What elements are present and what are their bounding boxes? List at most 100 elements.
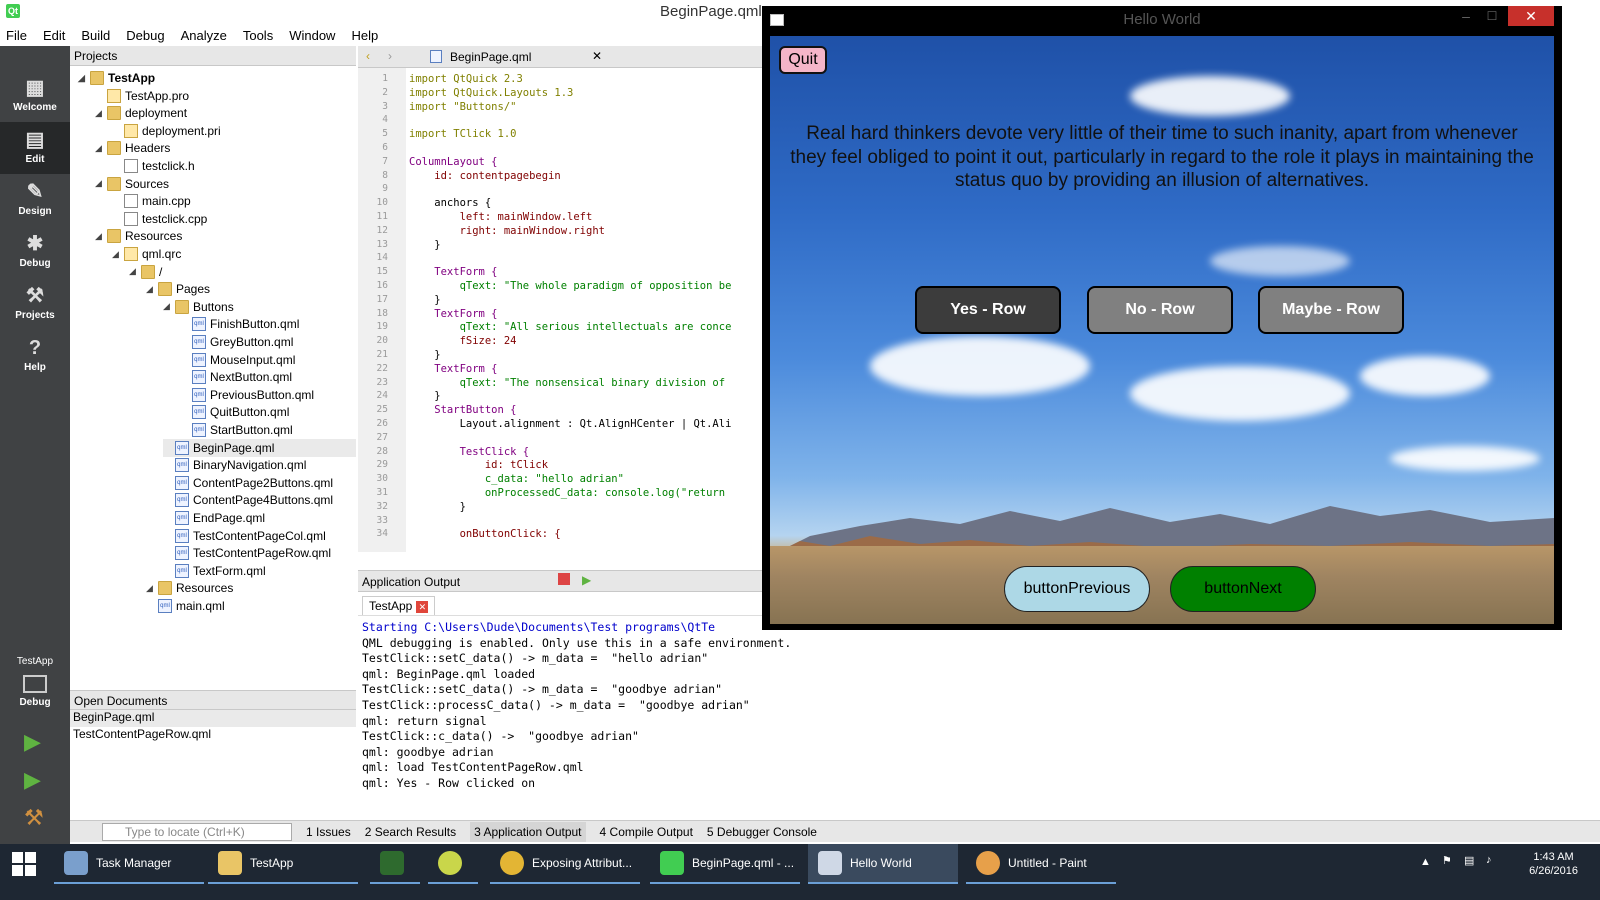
expand-arrow-icon[interactable]: ◢	[129, 266, 141, 277]
taskbar-qt-creator[interactable]: BeginPage.qml - ...	[650, 844, 800, 884]
application-output[interactable]: Starting C:\Users\Dude\Documents\Test pr…	[358, 618, 1558, 818]
compile-output-tab[interactable]: 4 Compile Output	[600, 825, 693, 839]
tree-item[interactable]: ◢ Headers	[95, 139, 356, 157]
taskbar-hello-world[interactable]: Hello World	[808, 844, 958, 884]
taskbar-chrome[interactable]: Exposing Attribut...	[490, 844, 640, 884]
mode-help[interactable]: ? Help	[0, 330, 70, 382]
taskbar-app-4[interactable]	[428, 844, 478, 884]
mode-welcome[interactable]: ▦ Welcome	[0, 70, 70, 122]
expand-arrow-icon[interactable]: ◢	[78, 73, 90, 84]
tree-item[interactable]: ◢ Buttons	[163, 298, 356, 316]
close-icon[interactable]: ✕	[416, 601, 429, 613]
tree-item[interactable]: qml QuitButton.qml	[180, 403, 356, 421]
expand-arrow-icon[interactable]: ◢	[95, 231, 107, 242]
output-tab[interactable]: TestApp ✕	[362, 596, 436, 615]
tree-item[interactable]: qml main.qml	[146, 597, 356, 615]
code-editor[interactable]: 1 import QtQuick 2.3 2 import QtQuick.Layou…	[358, 68, 768, 552]
tree-item[interactable]: qml BinaryNavigation.qml	[163, 456, 356, 474]
rerun-icon[interactable]: ▶	[582, 573, 591, 587]
locator-input[interactable]: Type to locate (Ctrl+K)	[102, 822, 292, 841]
forward-arrow-icon[interactable]: ›	[388, 49, 392, 63]
tree-item[interactable]: qml NextButton.qml	[180, 368, 356, 386]
menu-tools[interactable]: Tools	[243, 28, 273, 43]
minimize-icon[interactable]: –	[1456, 6, 1476, 26]
tree-item[interactable]: qml TextForm.qml	[163, 562, 356, 580]
tree-item[interactable]: ◢ Pages	[146, 280, 356, 298]
kit-selector[interactable]: TestApp Debug	[0, 656, 70, 708]
flag-icon[interactable]: ⚑	[1442, 854, 1452, 867]
tree-item[interactable]: qml TestContentPageCol.qml	[163, 527, 356, 545]
taskbar-testapp[interactable]: TestApp	[208, 844, 358, 884]
tree-item[interactable]: testclick.cpp	[112, 210, 356, 228]
tree-item[interactable]: testclick.h	[112, 157, 356, 175]
start-button[interactable]	[0, 844, 48, 900]
tree-item[interactable]: ◢ qml.qrc	[112, 245, 356, 263]
previous-button[interactable]: buttonPrevious	[1004, 566, 1150, 612]
application-output-tab[interactable]: 3 Application Output	[470, 821, 586, 842]
mode-edit[interactable]: ▤ Edit	[0, 122, 70, 174]
tree-item[interactable]: qml TestContentPageRow.qml	[163, 544, 356, 562]
expand-arrow-icon[interactable]: ◢	[146, 583, 158, 594]
tree-item[interactable]: main.cpp	[112, 192, 356, 210]
menu-edit[interactable]: Edit	[43, 28, 65, 43]
expand-arrow-icon[interactable]: ◢	[163, 301, 175, 312]
menu-build[interactable]: Build	[81, 28, 110, 43]
tree-item[interactable]: qml EndPage.qml	[163, 509, 356, 527]
menu-help[interactable]: Help	[351, 28, 378, 43]
tree-item[interactable]: TestApp.pro	[95, 87, 356, 105]
expand-arrow-icon[interactable]: ◢	[146, 284, 158, 295]
debug-run-icon[interactable]: ▶	[24, 768, 48, 792]
tree-item[interactable]: ◢ /	[129, 263, 356, 281]
back-arrow-icon[interactable]: ‹	[366, 49, 370, 63]
menu-analyze[interactable]: Analyze	[181, 28, 227, 43]
open-document-item[interactable]: BeginPage.qml	[70, 710, 356, 727]
stop-icon[interactable]	[558, 573, 570, 585]
run-icon[interactable]: ▶	[24, 730, 48, 754]
taskbar-app-3[interactable]	[370, 844, 420, 884]
tree-item[interactable]: qml FinishButton.qml	[180, 315, 356, 333]
mode-debug[interactable]: ✱ Debug	[0, 226, 70, 278]
search-results-tab[interactable]: 2 Search Results	[365, 825, 456, 839]
mode-design[interactable]: ✎ Design	[0, 174, 70, 226]
tree-item[interactable]: qml GreyButton.qml	[180, 333, 356, 351]
build-hammer-icon[interactable]: ⚒	[24, 806, 48, 830]
editor-tab[interactable]: BeginPage.qml	[450, 50, 531, 64]
menu-debug[interactable]: Debug	[126, 28, 164, 43]
tree-item[interactable]: ◢ TestApp	[78, 69, 356, 87]
tree-item[interactable]: ◢ Resources	[95, 227, 356, 245]
tree-item[interactable]: qml ContentPage4Buttons.qml	[163, 491, 356, 509]
mode-projects[interactable]: ⚒ Projects	[0, 278, 70, 330]
next-button[interactable]: buttonNext	[1170, 566, 1316, 612]
network-icon[interactable]: ▤	[1464, 854, 1474, 867]
taskbar-task-manager[interactable]: Task Manager	[54, 844, 204, 884]
tree-item[interactable]: qml PreviousButton.qml	[180, 386, 356, 404]
expand-arrow-icon[interactable]: ◢	[95, 108, 107, 119]
tree-item[interactable]: ◢ Sources	[95, 175, 356, 193]
tree-item[interactable]: qml StartButton.qml	[180, 421, 356, 439]
expand-arrow-icon[interactable]: ◢	[95, 178, 107, 189]
expand-arrow-icon[interactable]: ◢	[95, 143, 107, 154]
tree-item[interactable]: qml MouseInput.qml	[180, 351, 356, 369]
maybe-row-button[interactable]: Maybe - Row	[1258, 286, 1404, 334]
menu-file[interactable]: File	[6, 28, 27, 43]
tree-item[interactable]: qml BeginPage.qml	[163, 438, 356, 457]
no-row-button[interactable]: No - Row	[1087, 286, 1233, 334]
yes-row-button[interactable]: Yes - Row	[915, 286, 1061, 334]
maximize-icon[interactable]: ☐	[1482, 6, 1502, 26]
quit-button[interactable]: Quit	[779, 46, 827, 74]
menu-window[interactable]: Window	[289, 28, 335, 43]
tree-item[interactable]: ◢ Resources	[146, 579, 356, 597]
taskbar-paint[interactable]: Untitled - Paint	[966, 844, 1116, 884]
issues-tab[interactable]: 1 Issues	[306, 825, 351, 839]
tray-arrow-icon[interactable]: ▲	[1420, 856, 1431, 868]
open-document-item[interactable]: TestContentPageRow.qml	[70, 727, 356, 744]
tree-item[interactable]: qml ContentPage2Buttons.qml	[163, 474, 356, 492]
volume-icon[interactable]: ♪	[1486, 854, 1492, 866]
clock[interactable]: 1:43 AM 6/26/2016	[1529, 850, 1578, 878]
close-icon[interactable]: ✕	[592, 49, 602, 63]
close-icon[interactable]: ✕	[1508, 6, 1554, 26]
expand-arrow-icon[interactable]: ◢	[112, 249, 124, 260]
debugger-console-tab[interactable]: 5 Debugger Console	[707, 825, 817, 839]
tree-item[interactable]: ◢ deployment	[95, 104, 356, 122]
tree-item[interactable]: deployment.pri	[112, 122, 356, 140]
